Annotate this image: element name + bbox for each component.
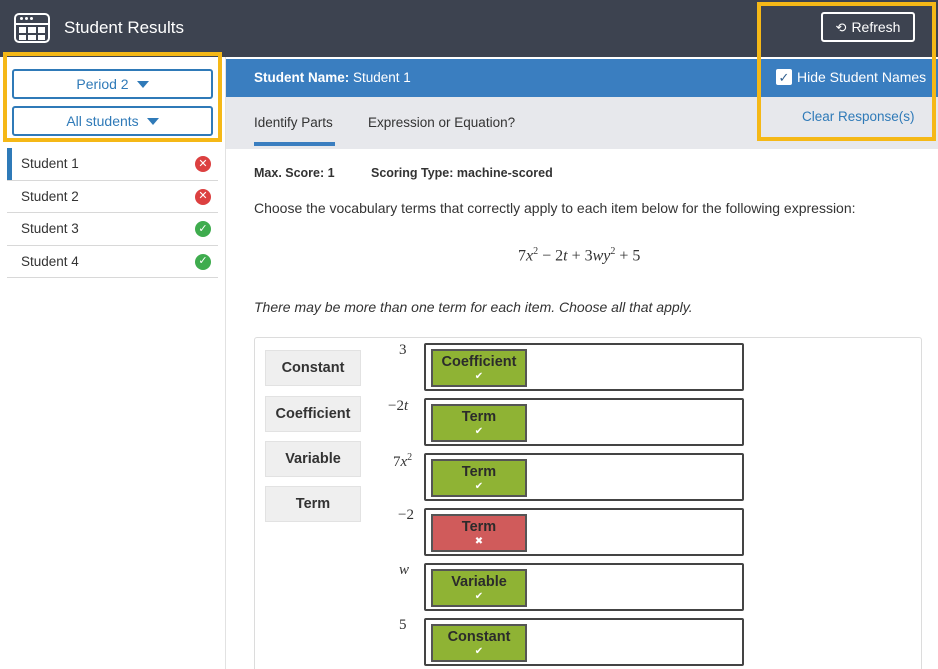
answer-chip-coefficient[interactable]: Coefficient ✔: [431, 349, 527, 387]
answer-chip-term[interactable]: Term ✔: [431, 459, 527, 497]
bank-chip-variable[interactable]: Variable: [265, 441, 361, 477]
tab-expression-or-equation[interactable]: Expression or Equation?: [368, 115, 515, 130]
row-label-1: 3: [399, 342, 407, 358]
caret-down-icon: [146, 117, 159, 125]
student-name-value: Student 1: [349, 70, 411, 85]
math-expression: 7x2 − 2t + 3wy2 + 5: [518, 246, 641, 265]
clear-responses-link[interactable]: Clear Response(s): [802, 109, 915, 124]
refresh-button[interactable]: ⟲ Refresh: [821, 12, 915, 42]
cross-icon: ✖: [474, 536, 484, 547]
drop-zone-5[interactable]: Variable ✔: [424, 563, 744, 611]
answer-chip-variable[interactable]: Variable ✔: [431, 569, 527, 607]
page-title: Student Results: [64, 18, 185, 37]
period-dropdown[interactable]: Period 2: [12, 69, 213, 99]
row-label-2: −2t: [388, 398, 409, 414]
answer-chip-term[interactable]: Term ✖: [431, 514, 527, 552]
question-prompt: Choose the vocabulary terms that correct…: [254, 200, 856, 216]
drop-zone-6[interactable]: Constant ✔: [424, 618, 744, 666]
row-label-4: −2: [398, 507, 414, 523]
correct-icon: ✓: [195, 253, 211, 270]
caret-down-icon: [136, 80, 149, 88]
bank-chip-constant[interactable]: Constant: [265, 350, 361, 386]
sidebar: Period 2 All students Student 1 ✕ Studen…: [0, 57, 226, 669]
max-score: Max. Score: 1: [254, 166, 335, 180]
student-filter-dropdown[interactable]: All students: [12, 106, 213, 136]
student-filter-label: All students: [66, 113, 139, 129]
drop-zone-3[interactable]: Term ✔: [424, 453, 744, 501]
hide-student-names-toggle[interactable]: ✓ Hide Student Names: [776, 69, 926, 85]
student-row-2[interactable]: Student 2 ✕: [7, 181, 218, 213]
check-icon: ✔: [474, 646, 484, 657]
row-label-6: 5: [399, 617, 407, 633]
active-tab-indicator: [254, 142, 335, 146]
student-row-3[interactable]: Student 3 ✓: [7, 213, 218, 246]
refresh-label: Refresh: [851, 19, 901, 35]
incorrect-icon: ✕: [195, 188, 211, 205]
scoring-type: Scoring Type: machine-scored: [371, 166, 553, 180]
period-label: Period 2: [76, 76, 129, 92]
question-tabs: Identify Parts Expression or Equation? C…: [226, 97, 938, 149]
check-icon: ✔: [474, 426, 484, 437]
app-grid-icon[interactable]: [14, 13, 50, 43]
answer-chip-term[interactable]: Term ✔: [431, 404, 527, 442]
student-name-label: Student Name:: [254, 70, 350, 85]
correct-icon: ✓: [195, 221, 211, 237]
top-bar: Student Results ⟲ Refresh: [0, 0, 938, 57]
row-label-5: w: [399, 562, 410, 578]
question-instructions: There may be more than one term for each…: [254, 299, 693, 315]
row-label-3: 7x2: [393, 452, 413, 470]
checkbox-checked-icon[interactable]: ✓: [776, 69, 792, 85]
drop-zone-1[interactable]: Coefficient ✔: [424, 343, 744, 391]
student-row-1[interactable]: Student 1 ✕: [7, 148, 218, 181]
answer-chip-constant[interactable]: Constant ✔: [431, 624, 527, 662]
bank-chip-term[interactable]: Term: [265, 486, 361, 522]
check-icon: ✔: [474, 371, 484, 382]
student-name: Student 3: [21, 221, 79, 237]
tab-identify-parts[interactable]: Identify Parts: [254, 115, 333, 130]
drop-zone-4[interactable]: Term ✖: [424, 508, 744, 556]
student-header: Student Name: Student 1 ✓ Hide Student N…: [226, 59, 938, 97]
student-name-display: Student Name: Student 1: [254, 70, 411, 85]
student-name: Student 4: [21, 253, 79, 269]
student-name: Student 2: [21, 188, 79, 204]
student-name: Student 1: [21, 156, 79, 172]
check-icon: ✔: [474, 591, 484, 602]
refresh-icon: ⟲: [835, 19, 847, 35]
hide-names-label: Hide Student Names: [797, 69, 927, 85]
bank-chip-coefficient[interactable]: Coefficient: [265, 396, 361, 432]
student-row-4[interactable]: Student 4 ✓: [7, 246, 218, 278]
drop-zone-2[interactable]: Term ✔: [424, 398, 744, 446]
incorrect-icon: ✕: [195, 156, 211, 172]
check-icon: ✔: [474, 481, 484, 492]
student-list: Student 1 ✕ Student 2 ✕ Student 3 ✓ Stud…: [7, 148, 218, 278]
